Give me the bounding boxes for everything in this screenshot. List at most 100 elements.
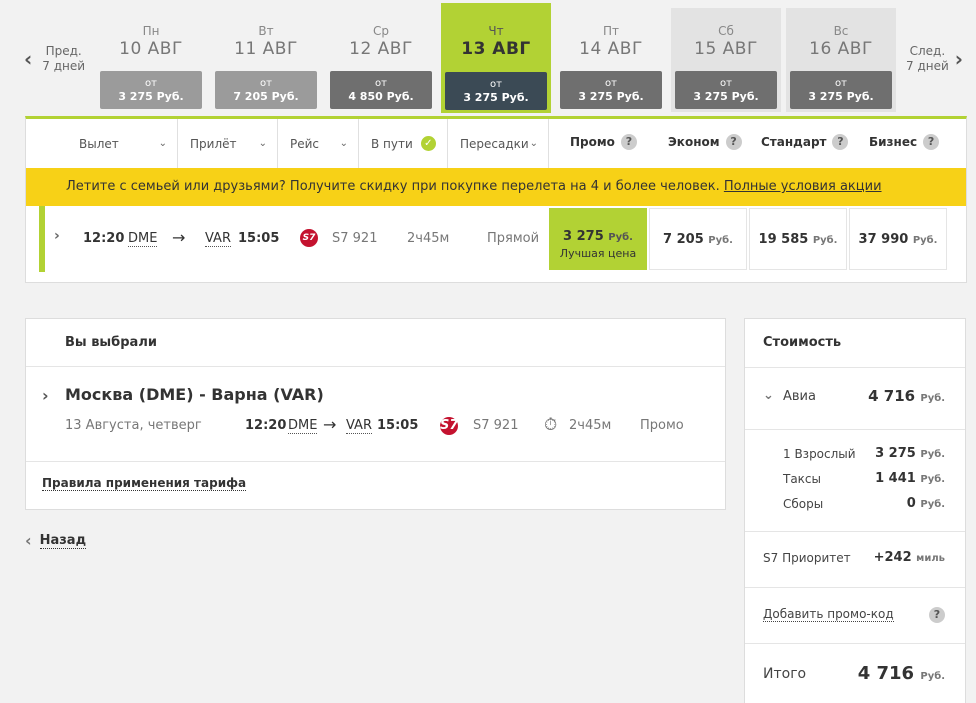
filter-in-transit[interactable]: В пути ✓ xyxy=(359,119,448,168)
day-price[interactable]: от 4 850 Руб. xyxy=(330,71,432,109)
avia-section[interactable]: ⌄ Авиа 4 716 Руб. xyxy=(745,367,965,429)
day-tile[interactable]: Пн 10 АВГ от 3 275 Руб. xyxy=(96,8,206,112)
flight-date: 13 Августа, четверг xyxy=(65,418,202,433)
flight-number: S7 921 xyxy=(332,231,378,246)
best-price-label: Лучшая цена xyxy=(559,247,637,260)
flight-row[interactable]: › 12:20 DME → VAR 15:05 S7 S7 921 2ч45м … xyxy=(26,206,966,272)
selected-flight-panel: Вы выбрали › Москва (DME) - Варна (VAR) … xyxy=(25,318,726,510)
fare-economy-cell[interactable]: 7 205 Руб. xyxy=(649,208,747,270)
help-icon[interactable]: ? xyxy=(725,134,742,150)
s7-logo-icon: S7 xyxy=(300,229,318,247)
back-button[interactable]: ‹ Назад xyxy=(25,531,87,550)
day-of-week: Пт xyxy=(602,24,619,38)
selected-indicator xyxy=(39,206,45,272)
taxes-value: 1 441 Руб. xyxy=(875,471,945,486)
next-week-button[interactable]: След. 7 дней › xyxy=(906,44,963,74)
day-date: 11 АВГ xyxy=(234,39,298,59)
chevron-left-icon: ‹ xyxy=(25,531,32,550)
day-price[interactable]: от 7 205 Руб. xyxy=(215,71,317,109)
fare-promo-cell[interactable]: 3 275 Руб. Лучшая цена xyxy=(549,208,647,270)
day-price[interactable]: от 3 275 Руб. xyxy=(675,71,777,109)
help-icon[interactable]: ? xyxy=(923,134,940,150)
day-of-week: Пн xyxy=(142,24,160,38)
fare-business-cell[interactable]: 37 990 Руб. xyxy=(849,208,947,270)
prev-week-button[interactable]: ‹ Пред. 7 дней xyxy=(24,44,85,74)
day-date: 10 АВГ xyxy=(119,39,183,59)
chevron-down-icon: ⌄ xyxy=(529,138,538,149)
filter-departure[interactable]: Вылет ⌄ xyxy=(26,119,178,168)
filter-flight-label: Рейс xyxy=(290,136,320,151)
filter-bar: Вылет ⌄ Прилёт ⌄ Рейс ⌄ В пути ✓ Пересад… xyxy=(26,119,966,168)
departure-airport[interactable]: DME xyxy=(288,418,318,434)
day-tile[interactable]: Ср 12 АВГ от 4 850 Руб. xyxy=(326,8,436,112)
day-of-week: Сб xyxy=(718,24,734,38)
selected-flight-title: Вы выбрали xyxy=(26,319,725,367)
fare-name: Промо xyxy=(640,418,684,433)
flight-type: Прямой xyxy=(487,231,540,246)
route-title: Москва (DME) - Варна (VAR) xyxy=(65,385,324,404)
arrow-right-icon: → xyxy=(172,228,186,247)
fees-label: Сборы xyxy=(783,497,824,511)
help-icon[interactable]: ? xyxy=(832,134,849,150)
breakdown-section: 1 Взрослый 3 275 Руб. Таксы 1 441 Руб. С… xyxy=(745,429,965,531)
fare-rules-link[interactable]: Правила применения тарифа xyxy=(42,476,247,491)
day-date: 14 АВГ xyxy=(579,39,643,59)
day-price[interactable]: от 3 275 Руб. xyxy=(560,71,662,109)
arrival-airport[interactable]: VAR xyxy=(205,231,231,247)
flight-number: S7 921 xyxy=(473,418,519,433)
day-price[interactable]: от 3 275 Руб. xyxy=(100,71,202,109)
add-promo-code-link[interactable]: Добавить промо-код xyxy=(763,607,894,622)
chevron-right-icon[interactable]: › xyxy=(54,228,60,244)
avia-value: 4 716 Руб. xyxy=(868,387,945,405)
chevron-left-icon: ‹ xyxy=(24,46,33,71)
departure-time: 12:20 xyxy=(245,418,287,433)
filter-transfers-label: Пересадки xyxy=(460,136,529,151)
total-section: Итого 4 716 Руб. xyxy=(745,643,965,703)
priority-section: S7 Приоритет +242 миль xyxy=(745,531,965,587)
help-icon[interactable]: ? xyxy=(929,607,945,623)
day-price[interactable]: от 3 275 Руб. xyxy=(790,71,892,109)
day-tile[interactable]: Сб 15 АВГ от 3 275 Руб. xyxy=(671,8,781,112)
total-value: 4 716 Руб. xyxy=(857,663,945,684)
filter-in-transit-label: В пути xyxy=(371,136,413,151)
day-of-week: Ср xyxy=(373,24,389,38)
chevron-down-icon: ⌄ xyxy=(339,138,348,149)
arrow-right-icon: → xyxy=(323,415,337,434)
day-date: 12 АВГ xyxy=(349,39,413,59)
chevron-right-icon[interactable]: › xyxy=(42,386,49,405)
day-of-week: Вс xyxy=(833,24,849,38)
day-date: 13 АВГ xyxy=(461,39,531,59)
day-tile[interactable]: Пт 14 АВГ от 3 275 Руб. xyxy=(556,8,666,112)
filter-arrival-label: Прилёт xyxy=(190,136,237,151)
day-tile[interactable]: Вс 16 АВГ от 3 275 Руб. xyxy=(786,8,896,112)
flight-results-panel: Вылет ⌄ Прилёт ⌄ Рейс ⌄ В пути ✓ Пересад… xyxy=(25,116,967,283)
day-of-week: Чт xyxy=(488,24,504,38)
flight-duration: 2ч45м xyxy=(407,231,450,246)
chevron-down-icon: ⌄ xyxy=(158,138,167,149)
adult-label: 1 Взрослый xyxy=(783,447,856,461)
cost-title: Стоимость xyxy=(763,335,842,350)
day-price[interactable]: от 3 275 Руб. xyxy=(445,72,547,110)
departure-airport[interactable]: DME xyxy=(128,231,158,247)
s7-logo-icon: S7 xyxy=(440,417,459,435)
chevron-down-icon: ⌄ xyxy=(258,138,267,149)
cost-panel: Стоимость ⌄ Авиа 4 716 Руб. 1 Взрослый 3… xyxy=(744,318,966,703)
fare-header-standard: Стандарт? xyxy=(761,134,849,150)
arrival-time: 15:05 xyxy=(238,231,280,246)
departure-time: 12:20 xyxy=(83,231,125,246)
filter-arrival[interactable]: Прилёт ⌄ xyxy=(178,119,278,168)
day-tile-selected[interactable]: Чт 13 АВГ от 3 275 Руб. xyxy=(441,3,551,113)
filter-transfers[interactable]: Пересадки ⌄ xyxy=(448,119,549,168)
promo-conditions-link[interactable]: Полные условия акции xyxy=(724,179,882,194)
filter-departure-label: Вылет xyxy=(79,136,119,151)
total-label: Итого xyxy=(763,666,807,682)
day-date: 16 АВГ xyxy=(809,39,873,59)
day-tile[interactable]: Вт 11 АВГ от 7 205 Руб. xyxy=(211,8,321,112)
help-icon[interactable]: ? xyxy=(620,134,637,150)
filter-flight[interactable]: Рейс ⌄ xyxy=(278,119,359,168)
fare-standard-cell[interactable]: 19 585 Руб. xyxy=(749,208,847,270)
fare-header-business: Бизнес? xyxy=(869,134,940,150)
arrival-airport[interactable]: VAR xyxy=(346,418,372,434)
back-label: Назад xyxy=(39,532,87,549)
day-of-week: Вт xyxy=(258,24,274,38)
